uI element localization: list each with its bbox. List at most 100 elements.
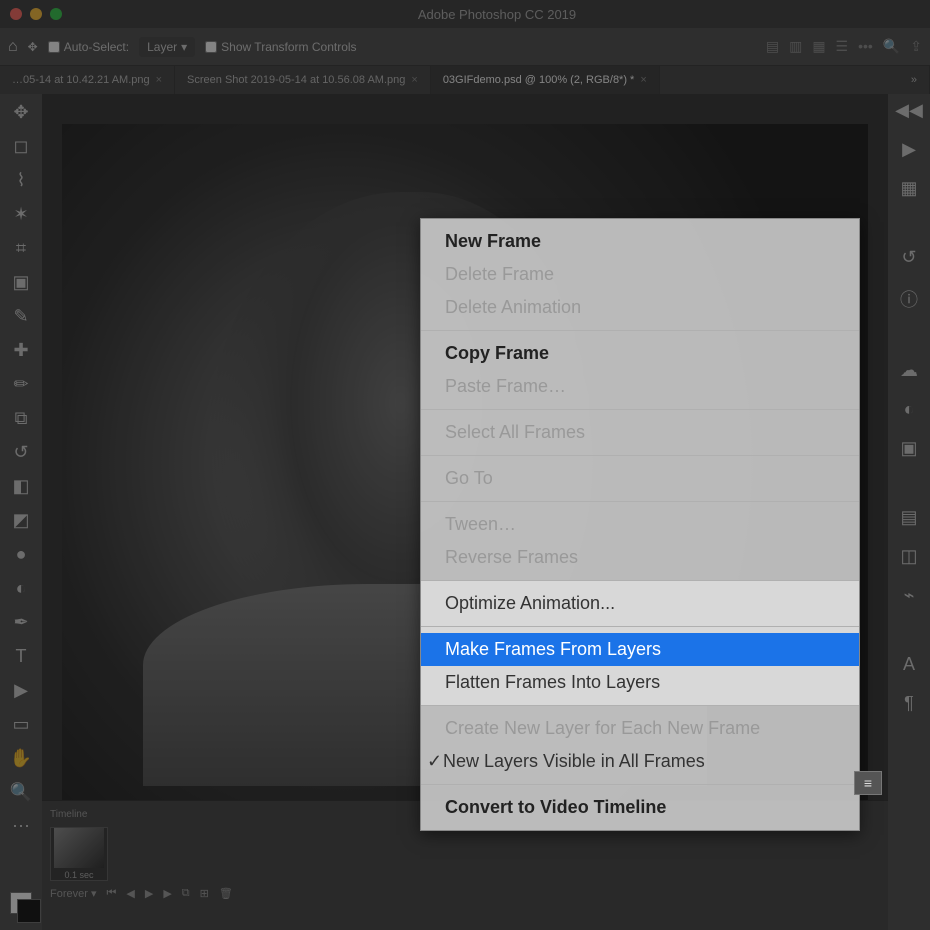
close-icon[interactable]: × [640, 74, 646, 86]
show-transform-label: Show Transform Controls [221, 40, 356, 54]
menu-item: Tween… [421, 508, 859, 541]
tween-icon[interactable]: ⧉ [182, 887, 190, 900]
menu-item-label: New Frame [445, 231, 541, 251]
hand-tool-icon[interactable]: ✋ [7, 746, 35, 770]
eraser-tool-icon[interactable]: ◧ [7, 474, 35, 498]
align-right-icon[interactable]: ▦ [812, 38, 825, 55]
tools-panel: ✥ ◻ ⌇ ✶ ⌗ ▣ ✎ ✚ ✏ ⧉ ↺ ◧ ◩ ● ◐ ✒ T ▶ ▭ ✋ … [0, 94, 42, 930]
move-tool-icon[interactable]: ✥ [7, 100, 35, 124]
menu-item[interactable]: Convert to Video Timeline [421, 791, 859, 824]
right-panel-dock: ◀◀ ▶ ▦ ↺ ⓘ ☁ ◐ ▣ ▤ ◫ ⌁ A ¶ [888, 94, 930, 930]
paragraph-panel-icon[interactable]: ¶ [904, 693, 914, 714]
align-left-icon[interactable]: ▤ [766, 38, 779, 55]
path-selection-tool-icon[interactable]: ▶ [7, 678, 35, 702]
frame-duration[interactable]: 0.1 sec [64, 870, 93, 880]
eyedropper-tool-icon[interactable]: ✎ [7, 304, 35, 328]
info-panel-icon[interactable]: ⓘ [900, 286, 918, 312]
timeline-menu-button[interactable]: ≡ [854, 771, 882, 795]
brush-tool-icon[interactable]: ✏ [7, 372, 35, 396]
first-frame-icon[interactable]: ⏮ [106, 887, 116, 900]
document-tab[interactable]: …05-14 at 10.42.21 AM.png × [0, 66, 175, 94]
close-window-button[interactable] [10, 8, 22, 20]
lasso-tool-icon[interactable]: ⌇ [7, 168, 35, 192]
libraries-panel-icon[interactable]: ☁ [900, 360, 918, 381]
color-swatches[interactable] [10, 892, 32, 914]
paths-panel-icon[interactable]: ⌁ [904, 585, 915, 606]
menu-item[interactable]: Make Frames From Layers [421, 633, 859, 666]
distribute-icon[interactable]: ☰ [836, 38, 849, 55]
document-tabs: …05-14 at 10.42.21 AM.png × Screen Shot … [0, 66, 930, 94]
frame-thumbnail [54, 828, 104, 868]
window-titlebar: Adobe Photoshop CC 2019 [0, 0, 930, 28]
clone-stamp-tool-icon[interactable]: ⧉ [7, 406, 35, 430]
type-tool-icon[interactable]: T [7, 644, 35, 668]
options-bar: ⌂ ✥ Auto-Select: Layer ▾ Show Transform … [0, 28, 930, 66]
channels-panel-icon[interactable]: ◫ [900, 546, 917, 567]
dodge-tool-icon[interactable]: ◐ [7, 576, 35, 600]
menu-item: Go To [421, 462, 859, 495]
minimize-window-button[interactable] [30, 8, 42, 20]
menu-item-label: Tween… [445, 514, 516, 534]
layers-panel-icon[interactable]: ▤ [900, 507, 917, 528]
prev-frame-icon[interactable]: ◀ [126, 887, 134, 900]
app-title: Adobe Photoshop CC 2019 [74, 7, 920, 22]
menu-item-label: Flatten Frames Into Layers [445, 672, 660, 692]
menu-item-label: Create New Layer for Each New Frame [445, 718, 760, 738]
menu-item-label: New Layers Visible in All Frames [443, 751, 705, 771]
character-panel-icon[interactable]: A [903, 654, 915, 675]
menu-item-label: Paste Frame… [445, 376, 566, 396]
styles-panel-icon[interactable]: ▣ [900, 438, 917, 459]
move-tool-icon[interactable]: ✥ [28, 40, 38, 54]
color-panel-icon[interactable]: ▶ [902, 139, 916, 160]
menu-item: Paste Frame… [421, 370, 859, 403]
align-center-icon[interactable]: ▥ [789, 38, 802, 55]
share-icon[interactable]: ⇪ [910, 38, 922, 55]
chevron-down-icon: ▾ [181, 40, 187, 54]
menu-item[interactable]: Copy Frame [421, 337, 859, 370]
edit-toolbar-icon[interactable]: ⋯ [7, 814, 35, 838]
marquee-tool-icon[interactable]: ◻ [7, 134, 35, 158]
menu-item-label: Optimize Animation... [445, 593, 615, 613]
auto-select-checkbox[interactable] [48, 41, 60, 53]
frame-tool-icon[interactable]: ▣ [7, 270, 35, 294]
timeline-frame[interactable]: 0.1 sec [50, 827, 108, 881]
healing-brush-tool-icon[interactable]: ✚ [7, 338, 35, 362]
menu-item[interactable]: ✓New Layers Visible in All Frames [421, 745, 859, 778]
rectangle-tool-icon[interactable]: ▭ [7, 712, 35, 736]
layer-dropdown[interactable]: Layer ▾ [139, 37, 195, 57]
document-tab[interactable]: Screen Shot 2019-05-14 at 10.56.08 AM.pn… [175, 66, 431, 94]
close-icon[interactable]: × [156, 74, 162, 86]
menu-item-label: Delete Frame [445, 264, 554, 284]
history-brush-tool-icon[interactable]: ↺ [7, 440, 35, 464]
pen-tool-icon[interactable]: ✒ [7, 610, 35, 634]
home-icon[interactable]: ⌂ [8, 38, 18, 56]
gradient-tool-icon[interactable]: ◩ [7, 508, 35, 532]
delete-frame-icon[interactable]: 🗑 [219, 887, 233, 900]
timeline-flyout-menu: New Frame Delete Frame Delete Animation Cop… [420, 218, 860, 831]
menu-item[interactable]: Optimize Animation... [421, 587, 859, 620]
timeline-title: Timeline [50, 809, 87, 820]
history-panel-icon[interactable]: ↺ [901, 247, 916, 268]
document-tab-active[interactable]: 03GIFdemo.psd @ 100% (2, RGB/8*) * × [431, 66, 660, 94]
blur-tool-icon[interactable]: ● [7, 542, 35, 566]
menu-item: Delete Animation [421, 291, 859, 324]
magic-wand-tool-icon[interactable]: ✶ [7, 202, 35, 226]
tab-overflow-icon[interactable]: » [899, 66, 930, 94]
search-icon[interactable]: 🔍 [883, 38, 900, 55]
swatches-panel-icon[interactable]: ▦ [900, 178, 917, 199]
menu-item: Reverse Frames [421, 541, 859, 574]
maximize-window-button[interactable] [50, 8, 62, 20]
adjustments-panel-icon[interactable]: ◐ [904, 399, 915, 420]
close-icon[interactable]: × [411, 74, 417, 86]
menu-item[interactable]: Flatten Frames Into Layers [421, 666, 859, 699]
more-options-icon[interactable]: ••• [858, 38, 873, 55]
next-frame-icon[interactable]: ▶ [163, 887, 171, 900]
play-icon[interactable]: ▶ [145, 887, 153, 900]
menu-item[interactable]: New Frame [421, 225, 859, 258]
crop-tool-icon[interactable]: ⌗ [7, 236, 35, 260]
zoom-tool-icon[interactable]: 🔍 [7, 780, 35, 804]
new-frame-icon[interactable]: ⊞ [200, 887, 209, 900]
expand-panels-icon[interactable]: ◀◀ [895, 100, 923, 121]
loop-dropdown[interactable]: Forever ▾ [50, 887, 96, 900]
show-transform-checkbox[interactable] [205, 41, 217, 53]
